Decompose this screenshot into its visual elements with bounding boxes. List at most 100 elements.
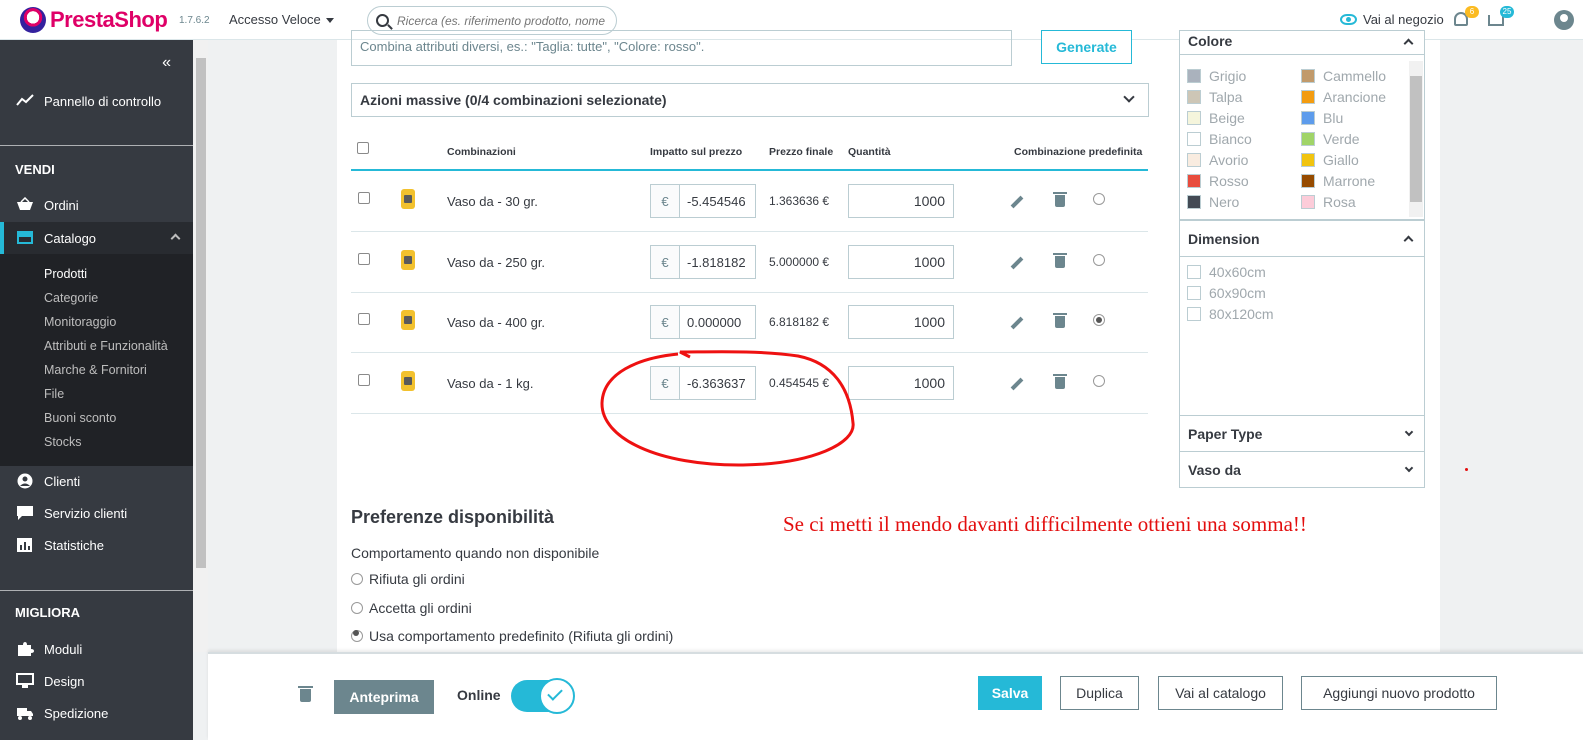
delete-product-icon[interactable] xyxy=(298,686,313,702)
sidebar-item-stats[interactable]: Statistiche xyxy=(0,532,193,558)
quantity-field[interactable]: 1000 xyxy=(848,366,954,400)
dimension-option[interactable]: 80x120cm xyxy=(1187,306,1274,322)
view-shop-link[interactable]: Vai al negozio xyxy=(1340,12,1444,27)
sidebar-sub-stocks[interactable]: Stocks xyxy=(44,435,82,449)
availability-option-allow[interactable]: Accetta gli ordini xyxy=(351,600,472,616)
paper-type-filter-panel[interactable]: Paper Type xyxy=(1179,415,1425,452)
price-impact-value[interactable]: 0.000000 xyxy=(680,306,755,338)
page-scrollbar-thumb[interactable] xyxy=(196,58,206,568)
color-option[interactable]: Cammello xyxy=(1301,68,1386,84)
sidebar-sub-categories[interactable]: Categorie xyxy=(44,291,98,305)
delete-icon[interactable] xyxy=(1053,313,1067,328)
color-swatch[interactable] xyxy=(1301,195,1315,209)
color-swatch[interactable] xyxy=(1301,111,1315,125)
color-option[interactable]: Arancione xyxy=(1301,89,1386,105)
color-swatch[interactable] xyxy=(1301,132,1315,146)
customers-notification[interactable]: 25 xyxy=(1486,6,1514,30)
color-swatch[interactable] xyxy=(1187,69,1201,83)
sidebar-item-customers[interactable]: Clienti xyxy=(0,468,193,494)
row-checkbox[interactable] xyxy=(358,192,370,204)
default-combination-radio[interactable] xyxy=(1093,314,1105,326)
row-checkbox[interactable] xyxy=(358,374,370,386)
dimension-checkbox[interactable] xyxy=(1187,307,1201,321)
preview-button[interactable]: Anteprima xyxy=(334,680,434,714)
color-option[interactable]: Blu xyxy=(1301,110,1343,126)
color-swatch[interactable] xyxy=(1301,90,1315,104)
default-combination-radio[interactable] xyxy=(1093,375,1105,387)
edit-icon[interactable] xyxy=(1010,256,1024,270)
row-checkbox[interactable] xyxy=(358,313,370,325)
quick-access-dropdown[interactable]: Accesso Veloce xyxy=(229,12,334,27)
dimension-option[interactable]: 60x90cm xyxy=(1187,285,1266,301)
color-option[interactable]: Grigio xyxy=(1187,68,1246,84)
quantity-field[interactable]: 1000 xyxy=(848,305,954,339)
availability-option-deny[interactable]: Rifiuta gli ordini xyxy=(351,571,465,587)
price-impact-value[interactable]: -1.818182 xyxy=(680,246,755,278)
search-input[interactable] xyxy=(397,13,616,28)
generate-button[interactable]: Generate xyxy=(1041,30,1132,64)
sidebar-sub-monitoring[interactable]: Monitoraggio xyxy=(44,315,116,329)
edit-icon[interactable] xyxy=(1010,195,1024,209)
default-combination-radio[interactable] xyxy=(1093,193,1105,205)
color-option[interactable]: Giallo xyxy=(1301,152,1359,168)
color-option[interactable]: Rosso xyxy=(1187,173,1249,189)
color-swatch[interactable] xyxy=(1187,90,1201,104)
color-swatch[interactable] xyxy=(1187,195,1201,209)
availability-option-default[interactable]: Usa comportamento predefinito (Rifiuta g… xyxy=(351,628,673,644)
edit-icon[interactable] xyxy=(1010,377,1024,391)
availability-radio[interactable] xyxy=(351,602,363,614)
quantity-field[interactable]: 1000 xyxy=(848,184,954,218)
color-swatch[interactable] xyxy=(1187,174,1201,188)
dimension-checkbox[interactable] xyxy=(1187,265,1201,279)
sidebar-item-shipping[interactable]: Spedizione xyxy=(0,700,193,726)
color-swatch[interactable] xyxy=(1187,111,1201,125)
price-impact-field[interactable]: €0.000000 xyxy=(650,305,756,339)
color-swatch[interactable] xyxy=(1301,69,1315,83)
default-combination-radio[interactable] xyxy=(1093,254,1105,266)
combination-generator-input[interactable]: Combina attributi diversi, es.: "Taglia:… xyxy=(351,30,1012,66)
sidebar-item-dashboard[interactable]: Pannello di controllo xyxy=(0,88,193,114)
sidebar-item-orders[interactable]: Ordini xyxy=(0,192,193,218)
delete-icon[interactable] xyxy=(1053,192,1067,207)
price-impact-value[interactable]: -5.454546 xyxy=(680,185,755,217)
collapse-sidebar-icon[interactable]: « xyxy=(162,54,171,72)
availability-radio[interactable] xyxy=(351,573,363,585)
sidebar-sub-brands[interactable]: Marche & Fornitori xyxy=(44,363,147,377)
color-swatch[interactable] xyxy=(1301,174,1315,188)
sidebar-sub-vouchers[interactable]: Buoni sconto xyxy=(44,411,116,425)
go-to-catalog-button[interactable]: Vai al catalogo xyxy=(1158,676,1283,710)
sidebar-item-modules[interactable]: Moduli xyxy=(0,636,193,662)
prestashop-logo[interactable]: PrestaShop xyxy=(20,7,168,33)
price-impact-field[interactable]: € -1.818182 xyxy=(650,245,756,279)
color-option[interactable]: Marrone xyxy=(1301,173,1375,189)
sidebar-item-catalog[interactable]: Catalogo xyxy=(0,222,193,254)
color-option[interactable]: Beige xyxy=(1187,110,1245,126)
select-all-checkbox[interactable] xyxy=(357,142,369,154)
delete-icon[interactable] xyxy=(1053,374,1067,389)
dimension-option[interactable]: 40x60cm xyxy=(1187,264,1266,280)
dimension-filter-header[interactable]: Dimension xyxy=(1180,221,1424,257)
add-new-product-button[interactable]: Aggiungi nuovo prodotto xyxy=(1301,676,1497,710)
color-option[interactable]: Rosa xyxy=(1301,194,1356,210)
sidebar-sub-attributes[interactable]: Attributi e Funzionalità xyxy=(44,339,168,353)
color-option[interactable]: Talpa xyxy=(1187,89,1242,105)
color-list-scrollbar-thumb[interactable] xyxy=(1410,76,1422,202)
price-impact-field[interactable]: € -5.454546 xyxy=(650,184,756,218)
color-option[interactable]: Nero xyxy=(1187,194,1239,210)
sidebar-sub-products[interactable]: Prodotti xyxy=(44,267,87,281)
quantity-field[interactable]: 1000 xyxy=(848,245,954,279)
row-checkbox[interactable] xyxy=(358,253,370,265)
user-account-icon[interactable] xyxy=(1554,10,1574,30)
orders-notification[interactable]: 6 xyxy=(1451,6,1479,30)
bulk-actions-dropdown[interactable]: Azioni massive (0/4 combinazioni selezio… xyxy=(351,83,1149,117)
color-option[interactable]: Verde xyxy=(1301,131,1360,147)
save-button[interactable]: Salva xyxy=(978,676,1042,710)
availability-radio[interactable] xyxy=(351,630,363,642)
color-swatch[interactable] xyxy=(1187,132,1201,146)
edit-icon[interactable] xyxy=(1010,316,1024,330)
color-swatch[interactable] xyxy=(1187,153,1201,167)
color-option[interactable]: Bianco xyxy=(1187,131,1252,147)
delete-icon[interactable] xyxy=(1053,253,1067,268)
vaso-da-filter-panel[interactable]: Vaso da xyxy=(1179,451,1425,488)
sidebar-item-customer-service[interactable]: Servizio clienti xyxy=(0,500,193,526)
